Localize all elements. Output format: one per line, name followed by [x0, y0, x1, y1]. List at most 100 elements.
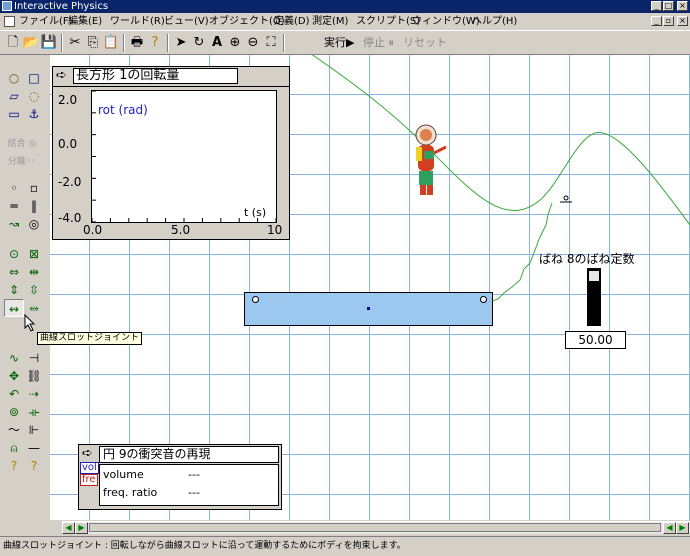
scroll-left-arrow-icon[interactable]: ◀ — [62, 522, 75, 534]
rect-point-right[interactable] — [480, 296, 487, 303]
control-tool-icon[interactable]: ? — [4, 457, 24, 475]
astronaut-figure — [415, 124, 447, 195]
point-tool-icon[interactable]: ◦ — [4, 179, 24, 197]
curved-slot-tool-icon[interactable]: ↝ — [4, 215, 24, 233]
paste-icon[interactable]: 📋 — [102, 34, 120, 51]
actuator-tool-icon[interactable]: ⇢ — [24, 385, 44, 403]
curved-slot-joint-tool-icon[interactable]: ↭ — [4, 299, 24, 317]
menu-script[interactable]: スクリプト(S) — [356, 15, 420, 28]
menu-measure[interactable]: 測定(M) — [312, 15, 348, 28]
rotate-icon[interactable]: ↻ — [190, 34, 208, 51]
closed-slot-tool-icon[interactable]: ◎ — [24, 215, 44, 233]
scroll-right-arrow-icon[interactable]: ▶ — [75, 522, 88, 534]
damper-tool-icon[interactable]: ⊣ — [24, 349, 44, 367]
menu-world[interactable]: ワールド(R) — [110, 15, 165, 28]
control-alt-tool-icon[interactable]: ? — [24, 457, 44, 475]
maximize-button[interactable]: □ — [663, 1, 674, 11]
doc-minimize-button[interactable]: _ — [651, 16, 662, 26]
curved-body-tool-icon[interactable]: ◌ — [24, 87, 44, 105]
run-button[interactable]: 実行▶ — [324, 34, 354, 51]
graph-header: ➪ 長方形 1の回転量 — [53, 67, 289, 87]
slot-tool-icon[interactable]: ═ — [4, 197, 24, 215]
rod-tool-icon[interactable]: ⟛ — [24, 403, 44, 421]
menu-view[interactable]: ビュー(V) — [164, 15, 209, 28]
reset-button[interactable]: リセット — [403, 34, 447, 51]
collision-sound-window[interactable]: ➪ 円 9の衝突音の再現 vol fre volume --- freq. ra… — [78, 444, 282, 510]
rectangle-tool-icon[interactable]: □ — [24, 69, 44, 87]
cut-icon[interactable]: ✂ — [66, 34, 84, 51]
y-tick-label: 0.0 — [58, 137, 78, 151]
toolbar-separator — [283, 34, 285, 52]
rect-point-left[interactable] — [252, 296, 259, 303]
close-button[interactable]: × — [677, 1, 688, 11]
graph-menu-arrow-icon[interactable]: ➪ — [56, 69, 67, 83]
circle-tool-icon[interactable]: ○ — [4, 69, 24, 87]
torque-tool-icon[interactable]: ⍝ — [4, 439, 24, 457]
pin-slot-tool-icon[interactable]: ⇔ — [4, 263, 24, 281]
rigid-joint-tool-icon[interactable]: ⊠ — [24, 245, 44, 263]
new-file-icon[interactable]: 🗋 — [4, 34, 22, 51]
toolbar-separator — [61, 34, 63, 52]
vertical-slot-tool-icon[interactable]: ‖ — [24, 197, 44, 215]
stop-button[interactable]: 停止 ⏸ — [363, 34, 394, 51]
separator-tool-icon[interactable]: ⊩ — [24, 421, 44, 439]
spring-constant-value[interactable]: 50.00 — [565, 331, 626, 349]
zoom-in-icon[interactable]: ⊕ — [226, 34, 244, 51]
gear-tool-icon[interactable]: ✥ — [4, 367, 24, 385]
volume-value: --- — [188, 468, 200, 481]
sound-menu-arrow-icon[interactable]: ➪ — [82, 446, 93, 461]
open-folder-icon[interactable]: 📂 — [22, 34, 40, 51]
spring-constant-label: ばね 8のばね定数 — [539, 252, 635, 266]
spring-constant-slider[interactable] — [587, 268, 601, 326]
pin-joint-tool-icon[interactable]: ⊙ — [4, 245, 24, 263]
vertical-keyed-slot-tool-icon[interactable]: ⇳ — [24, 281, 44, 299]
polygon-tool-icon[interactable]: ⏥ — [4, 87, 24, 105]
text-tool-icon[interactable]: A — [208, 34, 226, 51]
y-tick-label: -4.0 — [58, 211, 82, 225]
scroll-end-right-arrow-icon[interactable]: ▶ — [676, 522, 689, 534]
scroll-end-left-arrow-icon[interactable]: ◀ — [663, 522, 676, 534]
vertical-pin-slot-tool-icon[interactable]: ⇕ — [4, 281, 24, 299]
window-title: Interactive Physics — [14, 1, 109, 12]
motor-tool-icon[interactable]: ↶ — [4, 385, 24, 403]
document-icon[interactable] — [4, 16, 15, 27]
anchor-tool-icon[interactable]: ⚓ — [24, 105, 44, 123]
pulley-tool-icon[interactable]: ⛓ — [24, 367, 44, 385]
volume-label: volume — [103, 468, 144, 481]
menu-edit[interactable]: 編集(E) — [68, 15, 102, 28]
app-icon — [2, 1, 12, 11]
copy-icon[interactable]: ⎘ — [84, 34, 102, 51]
title-bar: Interactive Physics _ □ × — [0, 0, 690, 13]
save-disk-icon[interactable]: 💾 — [40, 34, 58, 51]
print-icon[interactable]: 🖶 — [128, 34, 146, 51]
square-tool-icon[interactable]: ▭ — [4, 105, 24, 123]
keyed-slot-tool-icon[interactable]: ⇹ — [24, 263, 44, 281]
rope-tool-icon[interactable]: 〜 — [4, 421, 24, 439]
arrow-pointer-icon[interactable]: ➤ — [172, 34, 190, 51]
fit-view-icon[interactable]: ⛶ — [262, 34, 280, 51]
rectangle-body[interactable] — [244, 292, 493, 326]
y-axis-label: rot (rad) — [98, 103, 148, 117]
doc-close-button[interactable]: × — [677, 16, 688, 26]
scroll-thumb[interactable] — [89, 523, 661, 532]
menu-define[interactable]: 定義(D) — [274, 15, 310, 28]
force-tool-icon[interactable]: ⊚ — [4, 403, 24, 421]
freq-ratio-value: --- — [188, 486, 200, 499]
spring-tool-icon[interactable]: ∿ — [4, 349, 24, 367]
sound-window-title: 円 9の衝突音の再現 — [99, 446, 279, 463]
menu-help[interactable]: ヘルプ(H) — [472, 15, 517, 28]
menu-window[interactable]: ウィンドウ(W) — [412, 15, 480, 28]
graph-window[interactable]: ➪ 長方形 1の回転量 2.0 0.0 -2.0 -4.0 rot (rad) … — [52, 66, 290, 240]
toolbar-separator — [167, 34, 169, 52]
square-point-tool-icon[interactable]: ▫ — [24, 179, 44, 197]
split-tool-icon[interactable]: 分離◦◦ — [2, 153, 42, 171]
doc-restore-button[interactable]: ▫ — [663, 16, 674, 26]
menu-file[interactable]: ファイル(F) — [19, 15, 73, 28]
join-tool-icon[interactable]: 結合 ◎ — [2, 135, 42, 153]
slider-thumb[interactable] — [588, 270, 600, 282]
horizontal-scrollbar[interactable]: ◀ ▶ ◀ ▶ — [62, 521, 690, 534]
zoom-out-icon[interactable]: ⊖ — [244, 34, 262, 51]
line-tool-icon[interactable]: — — [24, 439, 44, 457]
help-icon[interactable]: ? — [146, 34, 164, 51]
minimize-button[interactable]: _ — [651, 1, 662, 11]
